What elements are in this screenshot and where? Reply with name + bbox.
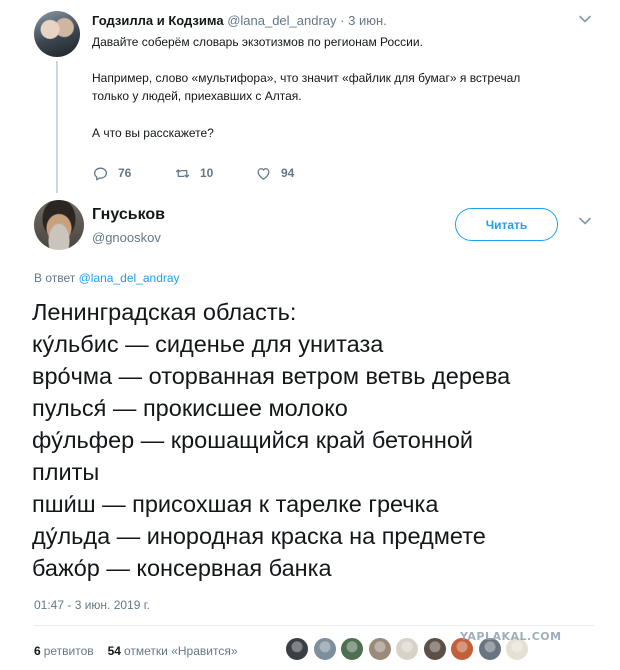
parent-date[interactable]: 3 июн. [348,13,387,28]
tweet-timestamp[interactable]: 01:47 - 3 июн. 2019 г. [34,598,150,612]
parent-text-line: Давайте соберём словарь экзотизмов по ре… [92,35,423,49]
like-button[interactable]: 94 [255,163,294,183]
tweet-stats: 6 ретвитов 54 отметки «Нравится» [34,644,238,658]
tweet-line: ку́льбис — сиденье для унитаза [32,331,384,357]
main-chevron-down-icon[interactable] [578,214,592,228]
watermark-logo: YAPLAKAL.COM [460,630,562,643]
divider [34,625,594,626]
tweet-line: вро́чма — оторванная ветром ветвь дерева [32,363,511,389]
reply-count: 76 [118,166,132,180]
parent-handle[interactable]: @lana_del_andray [227,13,336,28]
reply-context: В ответ @lana_del_andray [34,271,180,285]
reply-prefix: В ответ [34,271,76,285]
tweet-line: Ленинградская область: [32,299,297,325]
tweet-line: фу́льфер — крошащийся край бетонной [32,427,474,453]
parent-action-bar: 76 10 94 [92,163,392,183]
parent-display-name[interactable]: Годзилла и Кодзима [92,13,224,28]
retweet-stat[interactable]: 6 ретвитов [34,644,94,658]
retweet-count: 10 [200,166,214,180]
parent-text-line: только у людей, приехавших с Алтая. [92,89,302,103]
main-display-name[interactable]: Гнуськов [92,206,165,224]
liker-avatar[interactable] [340,637,364,661]
tweet-line: бажо́р — консервная банка [32,555,332,581]
like-count: 94 [281,166,295,180]
parent-avatar[interactable] [34,11,80,57]
tweet-body: Ленинградская область: ку́льбис — сидень… [32,296,612,584]
parent-tweet[interactable]: Годзилла и Кодзима @lana_del_andray · 3 … [0,0,620,195]
retweet-button[interactable]: 10 [174,163,213,183]
thread-connector [56,61,58,193]
reply-button[interactable]: 76 [92,163,131,183]
follow-button[interactable]: Читать [455,208,558,241]
retweet-stat-count: 6 [34,644,41,658]
parent-separator: · [340,13,345,28]
parent-header: Годзилла и Кодзима @lana_del_andray · 3 … [92,13,387,28]
parent-chevron-down-icon[interactable] [578,12,592,26]
like-stat[interactable]: 54 отметки «Нравится» [108,644,238,658]
tweet-line: пши́ш — присохшая к тарелке гречка [32,491,439,517]
heart-icon [255,165,281,182]
reply-icon [92,165,118,182]
liker-avatar[interactable] [312,637,337,661]
tweet-line: плиты [32,459,100,485]
tweet-line: пулься́ — прокисшее молоко [32,395,348,421]
main-avatar[interactable] [34,200,84,250]
parent-text-line: Например, слово «мультифора», что значит… [92,71,521,85]
liker-avatar[interactable] [395,637,419,661]
retweet-stat-label: ретвитов [43,644,94,658]
reply-to-link[interactable]: @lana_del_andray [79,271,180,285]
like-stat-count: 54 [107,644,121,658]
tweet-line: ду́льда — инородная краска на предмете [32,523,486,549]
retweet-icon [174,165,200,182]
parent-text-line: А что вы расскажете? [92,126,214,140]
liker-avatar[interactable] [285,637,309,661]
main-handle[interactable]: @gnooskov [92,230,161,245]
like-stat-label: отметки «Нравится» [123,644,238,658]
liker-avatar[interactable] [422,637,447,661]
liker-avatar[interactable] [367,637,392,661]
